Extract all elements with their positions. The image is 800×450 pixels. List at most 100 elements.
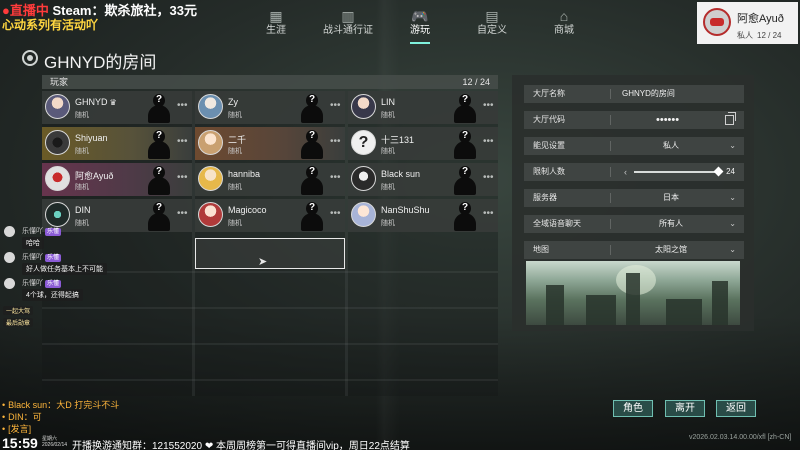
setting-label: 地图: [533, 245, 549, 254]
player-status: 随机: [381, 184, 395, 191]
setting-label: 服务器: [533, 193, 557, 202]
back-button[interactable]: 返回: [716, 400, 756, 417]
unknown-character-icon: ?: [146, 164, 172, 195]
grid-divider: [42, 343, 498, 345]
player-slot[interactable]: Zy 随机 ? •••: [195, 91, 345, 124]
player-limit-value: 24: [726, 167, 735, 176]
chat-user: 乐懂吖 乐懂: [22, 254, 62, 262]
more-options-icon[interactable]: •••: [177, 100, 188, 111]
more-options-icon[interactable]: •••: [330, 172, 341, 183]
more-options-icon[interactable]: •••: [483, 208, 494, 219]
top-navigation: ▦ 生涯 ▥ 战斗通行证 🎮 游玩 ▤ 自定义 ⌂ 商城: [240, 8, 600, 44]
grid-divider: [42, 379, 498, 381]
map-row[interactable]: 地图 太阳之馆 ⌄: [524, 241, 744, 259]
visibility-select[interactable]: 私人: [616, 137, 726, 155]
grid-divider: [42, 307, 498, 309]
player-slot[interactable]: hanniba 随机 ? •••: [195, 163, 345, 196]
setting-label: 大厅代码: [533, 115, 565, 124]
shop-icon: ⌂: [559, 8, 569, 24]
server-select[interactable]: 日本: [616, 189, 726, 207]
lobby-name-row[interactable]: 大厅名称 GHNYD的房间: [524, 85, 744, 103]
player-limit-row: 限制人数 ‹ 24: [524, 163, 744, 181]
unknown-character-icon: ?: [146, 200, 172, 231]
player-slot[interactable]: Shiyuan 随机 ? •••: [42, 127, 192, 160]
chat-user: 乐懂吖 乐懂: [22, 228, 62, 236]
crown-icon: ♛: [109, 98, 117, 107]
player-status: 随机: [381, 220, 395, 227]
danmu-input[interactable]: [发言]: [8, 424, 31, 434]
level-badge: 乐懂: [45, 254, 62, 262]
players-grid: GHNYD ♛ 随机 ? ••• Zy 随机 ? ••• LIN 随机 ? •••…: [42, 91, 498, 396]
unknown-character-icon: ?: [299, 92, 325, 123]
tab-battle-pass[interactable]: ▥ 战斗通行证: [312, 8, 384, 40]
avatar: [198, 130, 223, 155]
unknown-character-icon: ?: [452, 92, 478, 123]
voice-chat-row[interactable]: 全域语音聊天 所有人 ⌄: [524, 215, 744, 233]
more-options-icon[interactable]: •••: [177, 172, 188, 183]
unknown-character-icon: ?: [299, 200, 325, 231]
role-button[interactable]: 角色: [613, 400, 653, 417]
more-options-icon[interactable]: •••: [330, 100, 341, 111]
unknown-character-icon: ?: [452, 128, 478, 159]
player-slot[interactable]: ? 十三131 随机 ? •••: [348, 127, 498, 160]
lobby-name-field[interactable]: GHNYD的房间: [622, 85, 675, 103]
voice-chat-select[interactable]: 所有人: [616, 215, 726, 233]
player-slot[interactable]: LIN 随机 ? •••: [348, 91, 498, 124]
more-options-icon[interactable]: •••: [483, 172, 494, 183]
player-slot[interactable]: Magicoco 随机 ? •••: [195, 199, 345, 232]
map-select[interactable]: 太阳之馆: [616, 241, 726, 259]
tab-label: 商城: [554, 25, 574, 36]
player-name: 十三131: [381, 135, 415, 145]
more-options-icon[interactable]: •••: [483, 100, 494, 111]
more-options-icon[interactable]: •••: [177, 136, 188, 147]
player-slot[interactable]: 二千 随机 ? •••: [195, 127, 345, 160]
level-badge: 乐懂: [45, 280, 62, 288]
tab-shop[interactable]: ⌂ 商城: [528, 8, 600, 40]
visibility-row[interactable]: 能见设置 私人 ⌄: [524, 137, 744, 155]
setting-label: 全域语音聊天: [533, 219, 581, 228]
chat-text: 哈哈: [22, 237, 44, 249]
player-slot[interactable]: DIN 随机 ? •••: [42, 199, 192, 232]
player-limit-slider[interactable]: [634, 166, 724, 177]
avatar: [45, 130, 70, 155]
player-slot[interactable]: GHNYD ♛ 随机 ? •••: [42, 91, 192, 124]
profile-card[interactable]: 阿愈Ayuð 私人 12 / 24: [697, 2, 798, 44]
avatar: [45, 166, 70, 191]
tab-customize[interactable]: ▤ 自定义: [456, 8, 528, 40]
clock-date: 星期六 2026/02/14: [42, 436, 68, 448]
player-slot[interactable]: NanShuShu 随机 ? •••: [348, 199, 498, 232]
tab-play[interactable]: 🎮 游玩: [384, 8, 456, 44]
more-options-icon[interactable]: •••: [483, 136, 494, 147]
stream-activity-text: 心动系列有活动吖: [2, 18, 99, 32]
gamepad-icon: 🎮: [411, 8, 429, 24]
more-options-icon[interactable]: •••: [330, 208, 341, 219]
ticker-text: 开播换游通知群：121552020 ❤ 本周周榜第一可得直播间vip，周日22点…: [72, 441, 410, 450]
tab-career[interactable]: ▦ 生涯: [240, 8, 312, 40]
slider-handle[interactable]: [714, 166, 724, 177]
avatar: [4, 226, 15, 237]
leave-button[interactable]: 离开: [665, 400, 705, 417]
player-name: hanniba: [228, 169, 261, 179]
player-status: 随机: [228, 148, 242, 155]
copy-icon[interactable]: [725, 112, 736, 125]
player-slot[interactable]: 阿愈Ayuð 随机 ? •••: [42, 163, 192, 196]
lobby-settings-panel: 大厅名称 GHNYD的房间 大厅代码 •••••• 能见设置 私人 ⌄ 限制人数…: [512, 75, 754, 331]
chevron-left-icon[interactable]: ‹: [624, 163, 627, 181]
avatar: [45, 202, 70, 227]
avatar: [198, 94, 223, 119]
player-name: Black sun: [381, 169, 421, 179]
player-status: 随机: [228, 220, 242, 227]
server-row[interactable]: 服务器 日本 ⌄: [524, 189, 744, 207]
avatar: [4, 252, 15, 263]
player-slot[interactable]: Black sun 随机 ? •••: [348, 163, 498, 196]
danmu-user: Black sun：: [8, 400, 57, 410]
slider-fill: [634, 171, 719, 173]
chevron-down-icon: ⌄: [729, 141, 736, 150]
more-options-icon[interactable]: •••: [177, 208, 188, 219]
player-name: DIN: [75, 205, 91, 215]
empty-slot-selected[interactable]: [195, 238, 345, 269]
more-options-icon[interactable]: •••: [330, 136, 341, 147]
avatar: [45, 94, 70, 119]
player-status: 随机: [228, 112, 242, 119]
tab-label: 战斗通行证: [323, 25, 373, 36]
